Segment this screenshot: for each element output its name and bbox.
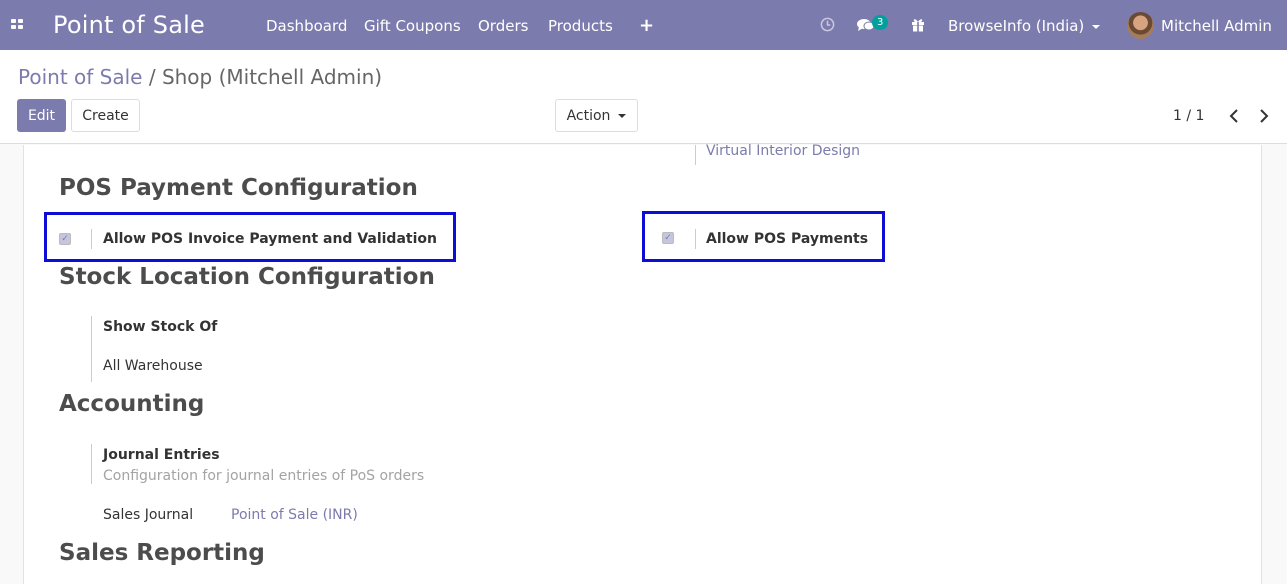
accounting-section-title: Accounting [59,391,205,417]
show-stock-of-label: Show Stock Of [103,319,218,335]
journal-entries-help: Configuration for journal entries of PoS… [103,468,425,484]
company-name: BrowseInfo (India) [948,17,1085,35]
allow-pos-payments-label: Allow POS Payments [706,231,869,247]
edit-button[interactable]: Edit [17,99,66,132]
field-divider [695,229,696,249]
menu-orders[interactable]: Orders [478,17,528,35]
sales-journal-value-link[interactable]: Point of Sale (INR) [231,507,358,523]
breadcrumb-current: Shop (Mitchell Admin) [161,65,383,89]
user-menu[interactable]: Mitchell Admin [1161,17,1272,35]
journal-entries-label: Journal Entries [103,447,220,463]
allow-invoice-payment-label: Allow POS Invoice Payment and Validation [103,231,437,247]
control-panel: Point of Sale / Shop (Mitchell Admin) Ed… [0,50,1287,144]
sales-reporting-section-title: Sales Reporting [59,540,265,566]
form-sheet: Virtual Interior Design POS Payment Conf… [23,143,1262,584]
show-stock-of-value[interactable]: All Warehouse [103,358,203,374]
stock-location-section-title: Stock Location Configuration [59,264,435,290]
top-partner-link[interactable]: Virtual Interior Design [706,143,860,159]
breadcrumb-separator: / [148,65,156,89]
pager-previous-icon[interactable] [1229,109,1239,123]
app-title: Point of Sale [53,11,205,39]
add-menu-icon[interactable]: + [639,15,654,36]
allow-pos-payments-checkbox[interactable]: ✓ [662,232,674,244]
user-avatar[interactable] [1127,12,1154,39]
create-button[interactable]: Create [71,99,140,132]
apps-menu-icon[interactable] [11,19,24,30]
sales-journal-label: Sales Journal [103,507,194,523]
messages-count-badge: 3 [872,15,889,30]
pager-next-icon[interactable] [1259,109,1269,123]
allow-invoice-payment-checkbox[interactable]: ✓ [59,233,71,245]
gift-icon[interactable] [911,17,925,32]
field-divider [91,444,92,484]
top-navbar: Point of Sale Dashboard Gift Coupons Ord… [0,0,1287,50]
breadcrumb: Point of Sale / Shop (Mitchell Admin) [18,65,382,89]
breadcrumb-parent-link[interactable]: Point of Sale [18,65,142,89]
menu-gift-coupons[interactable]: Gift Coupons [364,17,461,35]
pos-payment-section-title: POS Payment Configuration [59,175,418,201]
action-dropdown[interactable]: Action [555,99,638,132]
company-switcher[interactable]: BrowseInfo (India) [948,17,1101,35]
company-caret-icon [1092,24,1101,29]
menu-products[interactable]: Products [548,17,613,35]
action-label: Action [566,107,611,124]
field-divider [91,229,92,249]
field-divider [91,316,92,382]
pager-value: 1 / 1 [1173,108,1205,124]
action-caret-icon [618,113,627,118]
field-divider [695,145,696,165]
activity-clock-icon[interactable] [820,17,835,32]
menu-dashboard[interactable]: Dashboard [266,17,347,35]
